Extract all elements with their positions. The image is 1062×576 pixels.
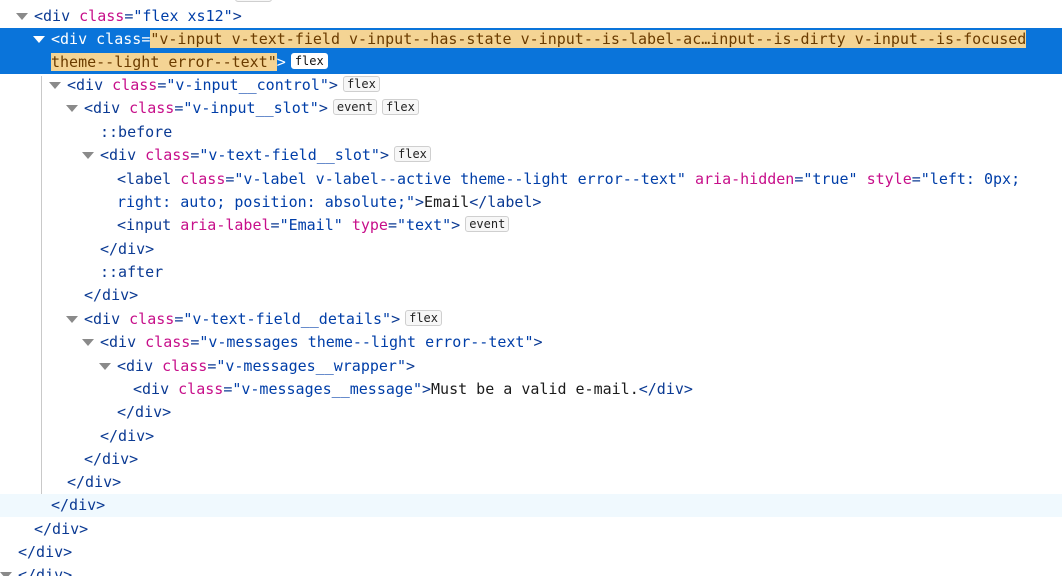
tree-node-before-pseudo[interactable]: ::before — [0, 121, 1062, 144]
event-badge[interactable]: event — [332, 99, 377, 115]
flex-badge[interactable]: flex — [235, 0, 272, 2]
tree-node-close-div[interactable]: </div> — [0, 541, 1062, 564]
tree-node-v-messages[interactable]: <div class="v-messages theme--light erro… — [0, 331, 1062, 354]
tree-node-close-div[interactable]: </div> — [0, 425, 1062, 448]
error-message-text: Must be a valid e-mail. — [431, 380, 639, 398]
collapse-toggle-icon[interactable] — [0, 572, 12, 576]
tree-node-v-text-field-slot[interactable]: <div class="v-text-field__slot"> flex — [0, 144, 1062, 167]
flex-badge[interactable]: flex — [381, 99, 419, 115]
tree-node-close-div[interactable]: </div> — [0, 448, 1062, 471]
tree-node-close-div-hovered[interactable]: </div> — [0, 494, 1062, 517]
tree-node-v-text-field-details[interactable]: <div class="v-text-field__details"> flex — [0, 308, 1062, 331]
collapse-toggle-icon[interactable] — [66, 316, 78, 323]
tree-node-close-div[interactable]: </div> — [0, 518, 1062, 541]
expand-toggle-icon[interactable] — [16, 13, 28, 20]
tree-node-v-messages-wrapper[interactable]: <div class="v-messages__wrapper"> — [0, 355, 1062, 378]
flex-badge[interactable]: flex — [290, 53, 328, 69]
event-badge[interactable]: event — [465, 216, 510, 232]
tree-node-v-messages-message[interactable]: <div class="v-messages__message">Must be… — [0, 378, 1062, 401]
tree-node-label-email[interactable]: <label class="v-label v-label--active th… — [0, 168, 1062, 214]
collapse-toggle-icon[interactable] — [66, 105, 78, 112]
tree-node-after-pseudo[interactable]: ::after — [0, 261, 1062, 284]
collapse-toggle-icon[interactable] — [82, 339, 94, 346]
collapse-toggle-icon[interactable] — [82, 152, 94, 159]
tree-node-close-div[interactable]: </div> — [0, 238, 1062, 261]
markup-inspector-panel: flex <div class="flex xs12"> <div class=… — [0, 0, 1062, 576]
collapse-toggle-icon[interactable] — [49, 82, 61, 89]
tree-node-close-div[interactable]: </div> — [0, 284, 1062, 307]
tree-node-flex-xs12[interactable]: <div class="flex xs12"> — [0, 5, 1062, 28]
collapse-toggle-icon[interactable] — [99, 363, 111, 370]
tree-node-input-email[interactable]: <input aria-label="Email" type="text"> ev… — [0, 214, 1062, 237]
tree-node-close-div[interactable]: </div> — [0, 471, 1062, 494]
tree-node-close-div[interactable]: </div> — [0, 401, 1062, 424]
collapse-toggle-icon[interactable] — [33, 36, 45, 43]
tree-node-v-input-slot[interactable]: <div class="v-input__slot"> event flex — [0, 97, 1062, 120]
flex-badge[interactable]: flex — [342, 76, 380, 92]
flex-badge[interactable]: flex — [394, 146, 431, 162]
flex-badge[interactable]: flex — [405, 310, 442, 326]
tree-node-v-input-control[interactable]: <div class="v-input__control"> flex — [0, 74, 1062, 97]
tree-node-close-div[interactable]: </div> — [0, 564, 1062, 576]
highlighted-class-value: "v-input v-text-field v-input--has-state… — [150, 30, 1027, 48]
tree-node-selected-v-input[interactable]: <div class="v-input v-text-field v-input… — [0, 28, 1062, 74]
